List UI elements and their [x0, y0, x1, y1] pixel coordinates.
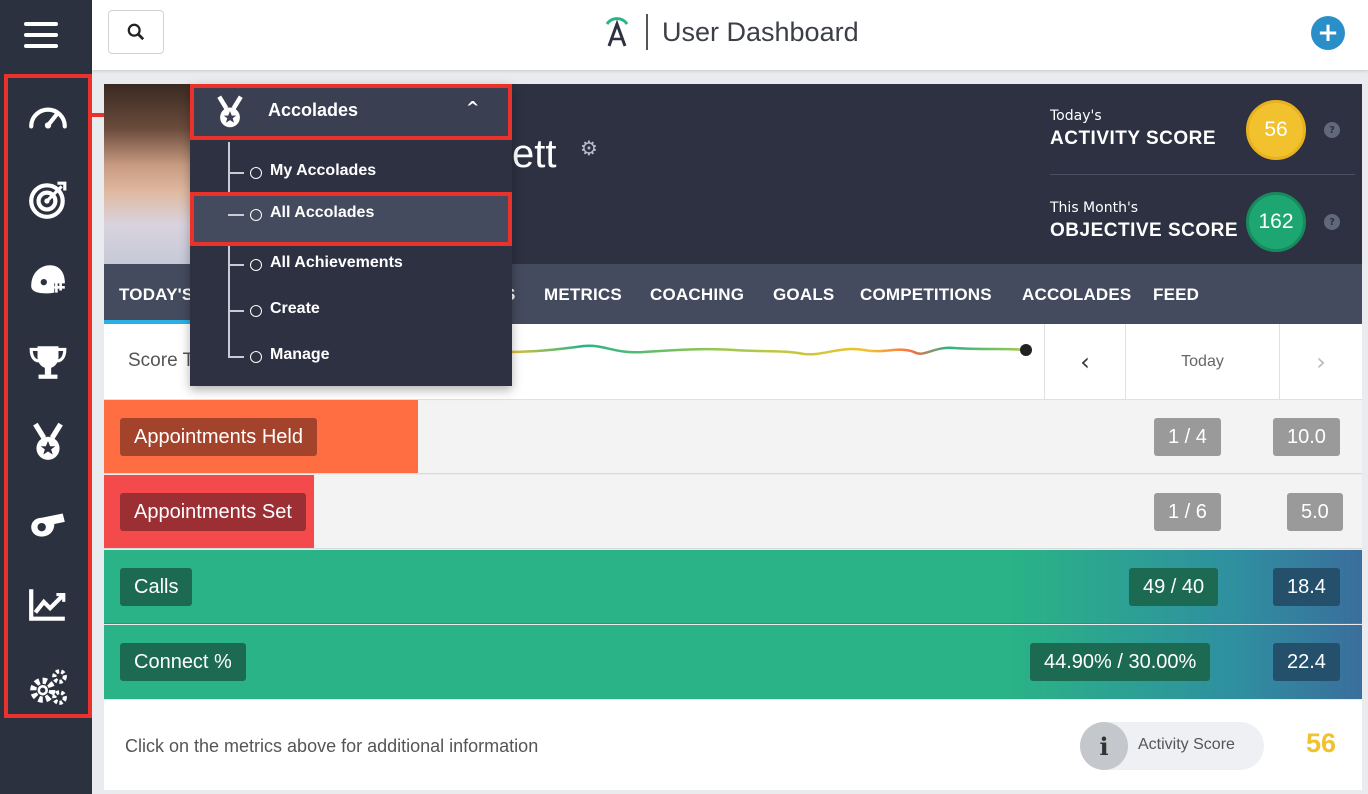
- activity-score-sub: Today's: [1050, 108, 1102, 124]
- metric-row-connect-percent[interactable]: Connect % 44.90% / 30.00% 22.4: [104, 625, 1362, 699]
- avatar: [104, 84, 192, 264]
- tree-branch: [228, 214, 244, 216]
- accolades-menu-header[interactable]: Accolades ^: [190, 84, 512, 140]
- chevron-right-icon: ›: [1316, 348, 1326, 376]
- objective-score-help-icon[interactable]: ?: [1324, 214, 1340, 230]
- objective-score-block: This Month's OBJECTIVE SCORE 162 ?: [1050, 176, 1360, 256]
- footer-activity-score: 56: [1306, 728, 1337, 758]
- footer-hint: Click on the metrics above for additiona…: [125, 736, 539, 756]
- date-label: Today: [1126, 324, 1280, 400]
- menu-item-label: My Accolades: [270, 162, 377, 179]
- accolades-menu-label: Accolades: [268, 100, 359, 120]
- bullet-icon: [250, 259, 262, 271]
- next-day-button[interactable]: ›: [1280, 324, 1362, 400]
- sidebar: [0, 0, 92, 794]
- target-icon[interactable]: [8, 170, 88, 230]
- tab-metrics[interactable]: METRICS: [544, 264, 622, 324]
- metric-ratio: 1 / 4: [1154, 418, 1221, 456]
- top-bar: User Dashboard +: [92, 0, 1368, 70]
- page-title: User Dashboard: [662, 16, 859, 47]
- metric-ratio: 1 / 6: [1154, 493, 1221, 531]
- tree-branch: [228, 172, 244, 174]
- metric-ratio: 44.90% / 30.00%: [1030, 643, 1211, 681]
- tree-branch: [228, 264, 244, 266]
- helmet-icon[interactable]: [8, 250, 88, 310]
- menu-item-label: All Achievements: [270, 254, 403, 271]
- tab-competitions[interactable]: COMPETITIONS: [860, 264, 992, 324]
- metric-label: Connect %: [120, 643, 246, 681]
- add-button[interactable]: +: [1311, 16, 1345, 50]
- objective-score-title: OBJECTIVE SCORE: [1050, 220, 1239, 241]
- tab-goals[interactable]: GOALS: [773, 264, 834, 324]
- chevron-left-icon: ‹: [1080, 348, 1090, 376]
- gears-icon[interactable]: [8, 656, 88, 716]
- chart-icon[interactable]: [8, 574, 88, 634]
- trophy-icon[interactable]: [8, 332, 88, 392]
- menu-item-my-accolades[interactable]: My Accolades: [190, 150, 512, 196]
- metric-points: 10.0: [1273, 418, 1340, 456]
- profile-settings-icon[interactable]: ⚙: [580, 136, 598, 160]
- metric-label: Appointments Set: [120, 493, 306, 531]
- metric-row-appointments-held[interactable]: Appointments Held 1 / 4 10.0: [104, 400, 1362, 474]
- menu-item-all-achievements[interactable]: All Achievements: [190, 242, 512, 288]
- search-button[interactable]: [108, 10, 164, 54]
- medal-icon[interactable]: [8, 412, 88, 472]
- menu-item-label: Create: [270, 300, 320, 317]
- metric-ratio: 49 / 40: [1129, 568, 1219, 606]
- activity-score-info-button[interactable]: i Activity Score: [1080, 722, 1264, 770]
- tab-coaching[interactable]: COACHING: [650, 264, 744, 324]
- brand-separator: [646, 14, 648, 50]
- tree-branch: [228, 310, 244, 312]
- tree-branch: [228, 356, 244, 358]
- metric-row-appointments-set[interactable]: Appointments Set 1 / 6 5.0: [104, 475, 1362, 549]
- bullet-icon: [250, 351, 262, 363]
- metric-label: Appointments Held: [120, 418, 317, 456]
- metric-points: 18.4: [1273, 568, 1340, 606]
- activity-score-title: ACTIVITY SCORE: [1050, 128, 1217, 149]
- menu-item-label: All Accolades: [270, 204, 375, 221]
- metric-row-calls[interactable]: Calls 49 / 40 18.4: [104, 550, 1362, 624]
- activity-score-help-icon[interactable]: ?: [1324, 122, 1340, 138]
- metric-points: 22.4: [1273, 643, 1340, 681]
- menu-item-create[interactable]: Create: [190, 288, 512, 334]
- profile-name: ett: [512, 132, 557, 176]
- menu-item-manage[interactable]: Manage: [190, 334, 512, 380]
- bullet-icon: [250, 209, 262, 221]
- chevron-up-icon[interactable]: ^: [466, 98, 479, 117]
- activity-score-pill-label: Activity Score: [1138, 736, 1235, 753]
- logo-icon: [605, 17, 629, 47]
- tab-feed[interactable]: FEED: [1153, 264, 1199, 324]
- bullet-icon: [250, 305, 262, 317]
- menu-item-label: Manage: [270, 346, 330, 363]
- info-icon: i: [1080, 722, 1128, 770]
- search-icon: [127, 23, 145, 41]
- activity-score-badge: 56: [1246, 100, 1306, 160]
- metric-points: 5.0: [1287, 493, 1343, 531]
- bullet-icon: [250, 167, 262, 179]
- score-trend-sparkline: [504, 344, 1032, 356]
- tab-accolades[interactable]: ACCOLADES: [1022, 264, 1131, 324]
- hamburger-menu-icon[interactable]: [24, 22, 58, 50]
- accolades-dropdown: Accolades ^ My Accolades All Accolades A…: [190, 84, 512, 386]
- prev-day-button[interactable]: ‹: [1044, 324, 1126, 400]
- menu-item-all-accolades[interactable]: All Accolades: [190, 192, 512, 246]
- activity-score-block: Today's ACTIVITY SCORE 56 ?: [1050, 84, 1360, 164]
- medal-icon: [217, 95, 243, 128]
- plus-icon: +: [1317, 18, 1339, 48]
- brand: User Dashboard: [602, 12, 859, 52]
- objective-score-badge: 162: [1246, 192, 1306, 252]
- whistle-icon[interactable]: [8, 494, 88, 554]
- score-divider: [1050, 174, 1355, 175]
- metric-label: Calls: [120, 568, 193, 606]
- sidebar-nav-highlight: [4, 74, 92, 718]
- dashboard-icon[interactable]: [8, 88, 88, 148]
- metrics-footer: Click on the metrics above for additiona…: [104, 700, 1362, 790]
- objective-score-sub: This Month's: [1050, 200, 1139, 216]
- score-trend-label: Score T: [128, 350, 195, 371]
